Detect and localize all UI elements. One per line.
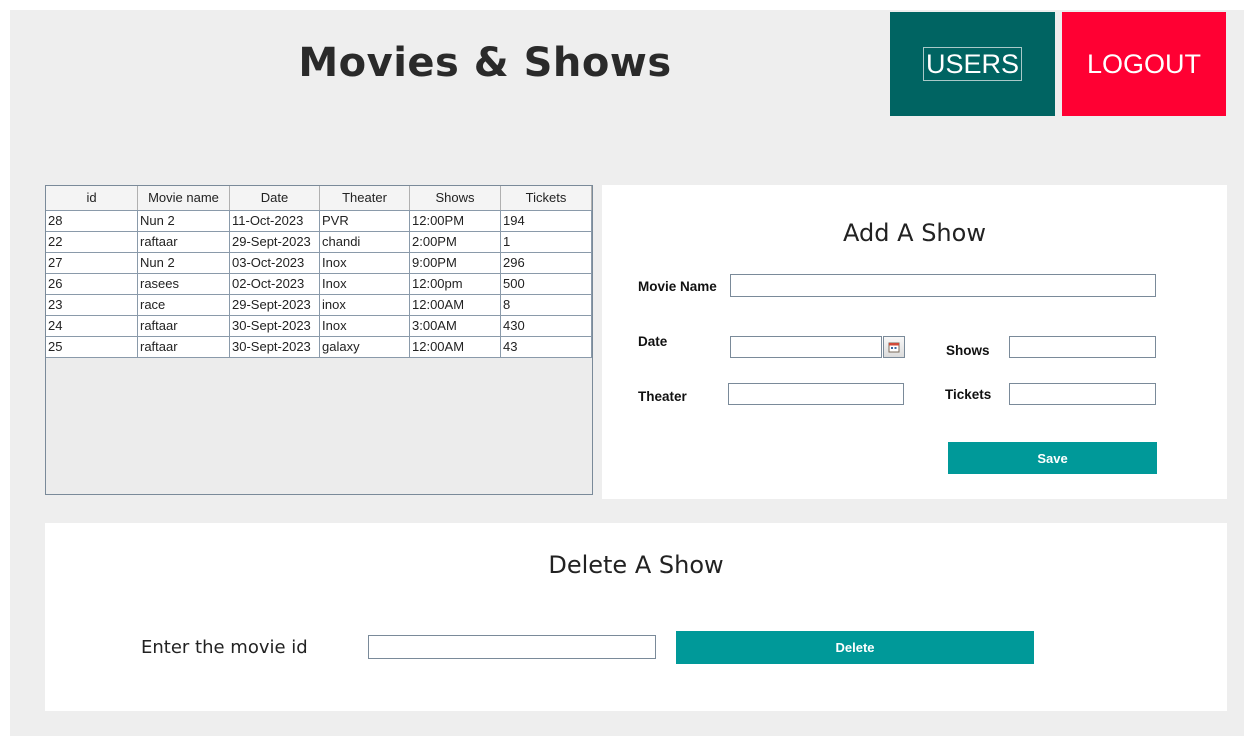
cell-theater[interactable]: chandi <box>320 232 410 252</box>
cell-id[interactable]: 25 <box>46 337 138 357</box>
delete-button[interactable]: Delete <box>676 631 1034 664</box>
cell-movie-name[interactable]: raftaar <box>138 316 230 336</box>
cell-movie-name[interactable]: race <box>138 295 230 315</box>
save-button[interactable]: Save <box>948 442 1157 474</box>
cell-shows[interactable]: 12:00AM <box>410 295 501 315</box>
date-input[interactable] <box>730 336 882 358</box>
cell-shows[interactable]: 9:00PM <box>410 253 501 273</box>
cell-tickets[interactable]: 8 <box>501 295 592 315</box>
calendar-button[interactable] <box>883 336 905 358</box>
cell-date[interactable]: 30-Sept-2023 <box>230 337 320 357</box>
cell-shows[interactable]: 12:00AM <box>410 337 501 357</box>
cell-date[interactable]: 02-Oct-2023 <box>230 274 320 294</box>
add-show-title: Add A Show <box>843 219 986 247</box>
cell-date[interactable]: 30-Sept-2023 <box>230 316 320 336</box>
cell-movie-name[interactable]: rasees <box>138 274 230 294</box>
cell-tickets[interactable]: 43 <box>501 337 592 357</box>
table-body: 28 Nun 2 11-Oct-2023 PVR 12:00PM 194 22 raftaar… <box>46 211 592 358</box>
users-button-label: USERS <box>922 47 1023 81</box>
table-row[interactable]: 23 race 29-Sept-2023 inox 12:00AM 8 <box>46 295 592 316</box>
delete-show-panel: Delete A Show Enter the movie id Delete <box>45 523 1227 711</box>
cell-id[interactable]: 22 <box>46 232 138 252</box>
cell-id[interactable]: 26 <box>46 274 138 294</box>
cell-movie-name[interactable]: Nun 2 <box>138 253 230 273</box>
table-row[interactable]: 22 raftaar 29-Sept-2023 chandi 2:00PM 1 <box>46 232 592 253</box>
cell-theater[interactable]: Inox <box>320 253 410 273</box>
table-row[interactable]: 28 Nun 2 11-Oct-2023 PVR 12:00PM 194 <box>46 211 592 232</box>
cell-theater[interactable]: inox <box>320 295 410 315</box>
cell-shows[interactable]: 12:00PM <box>410 211 501 231</box>
column-header-date[interactable]: Date <box>230 186 320 210</box>
column-header-theater[interactable]: Theater <box>320 186 410 210</box>
cell-theater[interactable]: galaxy <box>320 337 410 357</box>
cell-tickets[interactable]: 194 <box>501 211 592 231</box>
shows-label: Shows <box>946 343 990 358</box>
column-header-id[interactable]: id <box>46 186 138 210</box>
cell-date[interactable]: 03-Oct-2023 <box>230 253 320 273</box>
tickets-label: Tickets <box>945 387 992 402</box>
cell-shows[interactable]: 12:00pm <box>410 274 501 294</box>
movie-name-input[interactable] <box>730 274 1156 297</box>
cell-theater[interactable]: Inox <box>320 316 410 336</box>
cell-movie-name[interactable]: Nun 2 <box>138 211 230 231</box>
add-show-panel: Add A Show Movie Name Date Shows Theater… <box>602 185 1227 499</box>
cell-id[interactable]: 27 <box>46 253 138 273</box>
theater-label: Theater <box>638 389 687 404</box>
cell-tickets[interactable]: 500 <box>501 274 592 294</box>
movie-name-label: Movie Name <box>638 279 717 294</box>
column-header-tickets[interactable]: Tickets <box>501 186 592 210</box>
cell-date[interactable]: 29-Sept-2023 <box>230 295 320 315</box>
theater-input[interactable] <box>728 383 904 405</box>
shows-table[interactable]: id Movie name Date Theater Shows Tickets… <box>45 185 593 495</box>
calendar-icon <box>888 342 900 353</box>
cell-id[interactable]: 24 <box>46 316 138 336</box>
cell-id[interactable]: 28 <box>46 211 138 231</box>
table-row[interactable]: 25 raftaar 30-Sept-2023 galaxy 12:00AM 43 <box>46 337 592 358</box>
page-title: Movies & Shows <box>298 40 672 86</box>
cell-date[interactable]: 29-Sept-2023 <box>230 232 320 252</box>
cell-shows[interactable]: 3:00AM <box>410 316 501 336</box>
tickets-input[interactable] <box>1009 383 1156 405</box>
cell-tickets[interactable]: 1 <box>501 232 592 252</box>
cell-date[interactable]: 11-Oct-2023 <box>230 211 320 231</box>
movie-id-input[interactable] <box>368 635 656 659</box>
column-header-movie-name[interactable]: Movie name <box>138 186 230 210</box>
table-header: id Movie name Date Theater Shows Tickets <box>46 186 592 211</box>
cell-shows[interactable]: 2:00PM <box>410 232 501 252</box>
date-label: Date <box>638 334 668 349</box>
delete-show-title: Delete A Show <box>548 551 724 579</box>
table-row[interactable]: 26 rasees 02-Oct-2023 Inox 12:00pm 500 <box>46 274 592 295</box>
movie-id-label: Enter the movie id <box>141 637 308 658</box>
column-header-shows[interactable]: Shows <box>410 186 501 210</box>
cell-theater[interactable]: PVR <box>320 211 410 231</box>
logout-button[interactable]: LOGOUT <box>1062 12 1226 116</box>
shows-input[interactable] <box>1009 336 1156 358</box>
cell-id[interactable]: 23 <box>46 295 138 315</box>
cell-theater[interactable]: Inox <box>320 274 410 294</box>
table-row[interactable]: 27 Nun 2 03-Oct-2023 Inox 9:00PM 296 <box>46 253 592 274</box>
cell-movie-name[interactable]: raftaar <box>138 337 230 357</box>
cell-movie-name[interactable]: raftaar <box>138 232 230 252</box>
cell-tickets[interactable]: 296 <box>501 253 592 273</box>
users-button[interactable]: USERS <box>890 12 1055 116</box>
table-row[interactable]: 24 raftaar 30-Sept-2023 Inox 3:00AM 430 <box>46 316 592 337</box>
cell-tickets[interactable]: 430 <box>501 316 592 336</box>
